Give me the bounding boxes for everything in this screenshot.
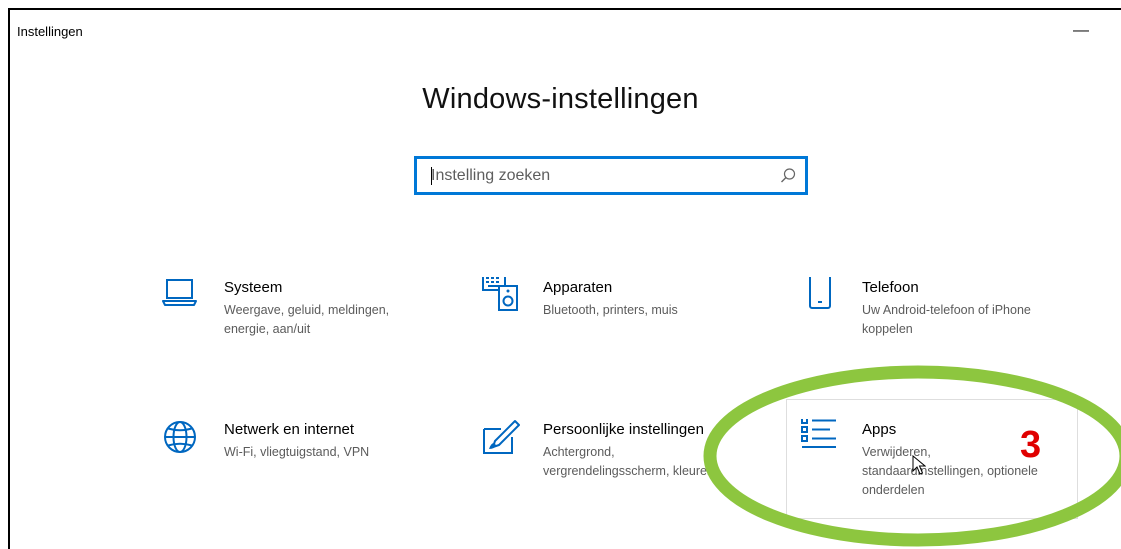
globe-icon <box>164 421 196 453</box>
tile-description: Uw Android-telefoon of iPhone koppelen <box>862 301 1031 339</box>
desc-line: Wi-Fi, vliegtuigstand, VPN <box>224 445 370 459</box>
tile-title: Apparaten <box>543 279 613 296</box>
tile-netwerk[interactable]: Netwerk en internet Wi-Fi, vliegtuigstan… <box>162 419 462 515</box>
mouse-cursor-icon <box>912 455 926 475</box>
desc-line: Verwijderen, <box>862 445 931 459</box>
search-input[interactable] <box>431 159 771 192</box>
desc-line: Bluetooth, printers, muis <box>543 303 678 317</box>
desc-line: vergrendelingsscherm, kleuren <box>543 464 714 478</box>
desc-line: standaardinstellingen, optionele <box>862 464 1038 478</box>
tile-apparaten[interactable]: Apparaten Bluetooth, printers, muis <box>481 277 781 373</box>
tile-description: Weergave, geluid, meldingen, energie, aa… <box>224 301 389 339</box>
phone-icon <box>809 277 831 309</box>
tile-title: Persoonlijke instellingen <box>543 421 704 438</box>
desc-line: koppelen <box>862 322 913 336</box>
desc-line: energie, aan/uit <box>224 322 311 336</box>
desc-line: onderdelen <box>862 483 925 497</box>
personalization-icon <box>483 420 520 454</box>
apps-list-icon <box>801 419 836 448</box>
search-icon[interactable] <box>779 167 797 185</box>
laptop-icon <box>162 279 197 306</box>
desc-line: Weergave, geluid, meldingen, <box>224 303 390 317</box>
devices-icon <box>482 277 518 311</box>
page-title: Windows-instellingen <box>422 83 699 115</box>
tile-title: Telefoon <box>862 279 919 296</box>
tile-description: Verwijderen, standaardinstellingen, opti… <box>862 443 1038 500</box>
tile-title: Netwerk en internet <box>224 421 355 438</box>
desc-line: Achtergrond, <box>543 445 615 459</box>
annotation-number: 3 <box>1020 424 1042 466</box>
tile-description: Achtergrond, vergrendelingsscherm, kleur… <box>543 443 714 481</box>
tile-title: Systeem <box>224 279 283 296</box>
text-caret <box>431 167 432 185</box>
tile-apps[interactable]: Apps Verwijderen, standaardinstellingen,… <box>800 419 1100 515</box>
window-title: Instellingen <box>17 24 83 39</box>
tile-title: Apps <box>862 421 897 438</box>
tile-telefoon[interactable]: Telefoon Uw Android-telefoon of iPhone k… <box>800 277 1100 373</box>
tile-systeem[interactable]: Systeem Weergave, geluid, meldingen, ene… <box>162 277 462 373</box>
desc-line: Uw Android-telefoon of iPhone <box>862 303 1031 317</box>
tile-description: Bluetooth, printers, muis <box>543 301 678 320</box>
tile-description: Wi-Fi, vliegtuigstand, VPN <box>224 443 369 462</box>
search-box[interactable] <box>414 156 808 195</box>
tile-persoonlijke-instellingen[interactable]: Persoonlijke instellingen Achtergrond, v… <box>481 419 781 515</box>
minimize-button[interactable]: — <box>1070 22 1092 42</box>
